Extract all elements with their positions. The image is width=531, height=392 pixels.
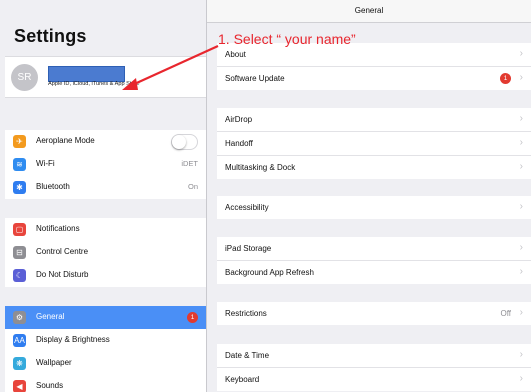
annotation-arrow [122, 44, 219, 90]
